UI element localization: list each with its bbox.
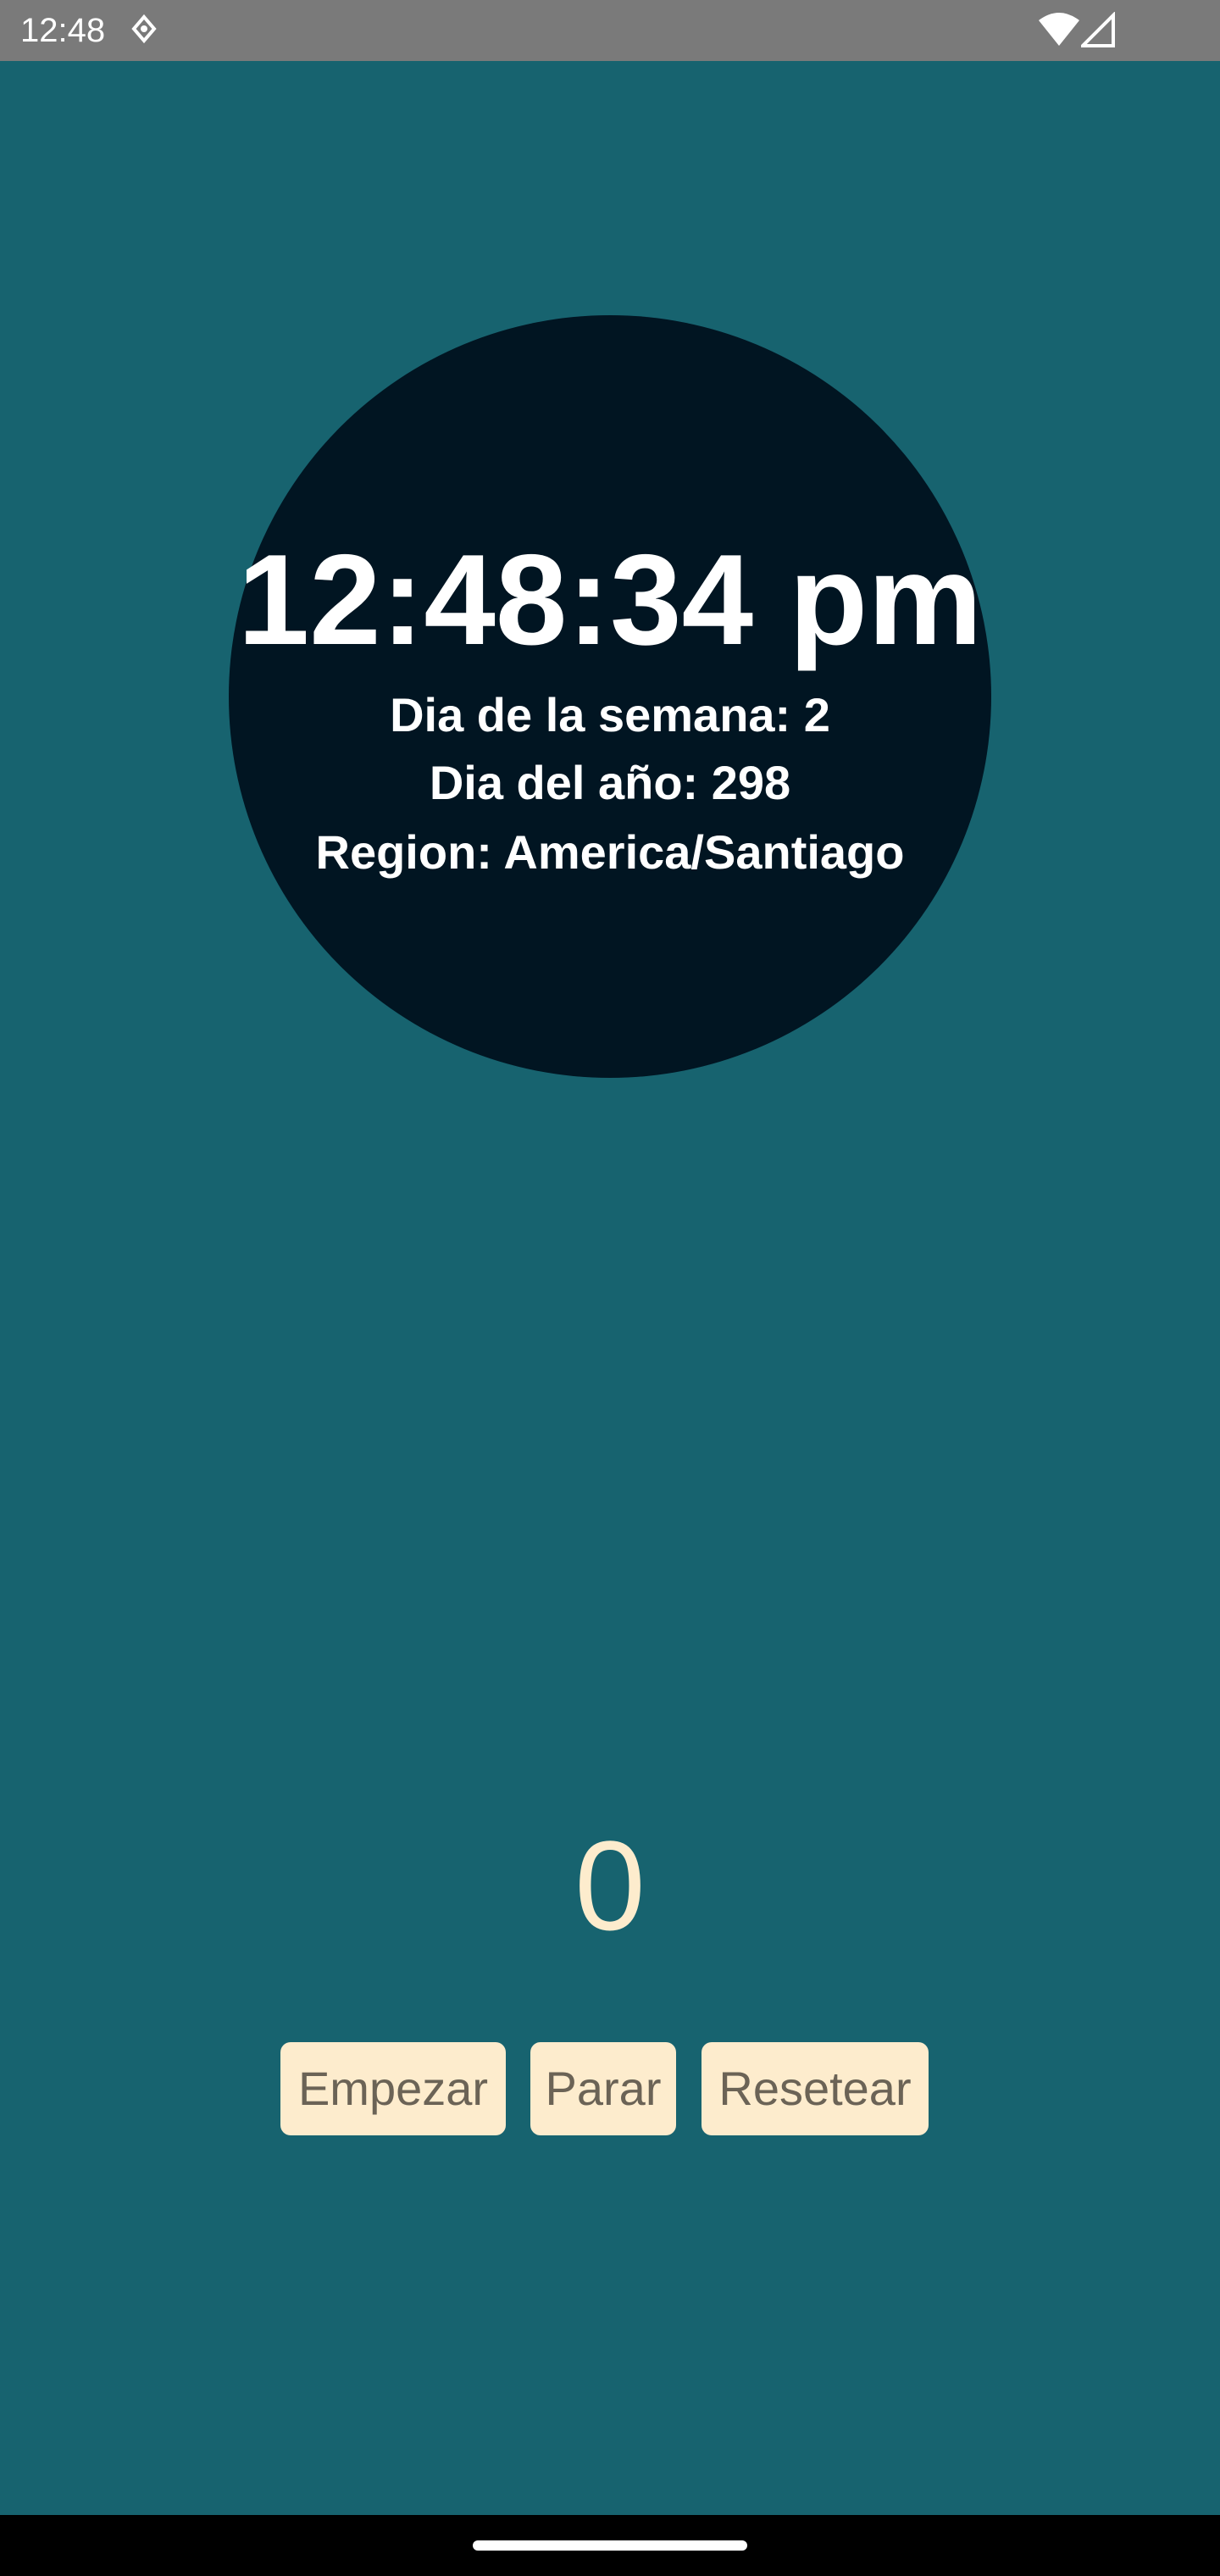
stopwatch-counter: 0 (574, 1814, 646, 1957)
location-diamond-icon (131, 14, 157, 44)
wifi-icon (1039, 13, 1079, 46)
day-of-year-label: Dia del año: 298 (429, 756, 791, 809)
navigation-bar (0, 2515, 1220, 2576)
signal-icon (1081, 12, 1115, 47)
start-button[interactable]: Empezar (280, 2042, 506, 2135)
status-bar: 12:48 (0, 0, 1220, 61)
day-of-week-label: Dia de la semana: 2 (390, 688, 830, 741)
status-time: 12:48 (20, 12, 106, 49)
stop-button[interactable]: Parar (530, 2042, 676, 2135)
home-handle[interactable] (473, 2540, 747, 2551)
region-label: Region: America/Santiago (315, 825, 905, 879)
reset-button[interactable]: Resetear (702, 2042, 929, 2135)
current-time: 12:48:34 pm (237, 528, 983, 672)
